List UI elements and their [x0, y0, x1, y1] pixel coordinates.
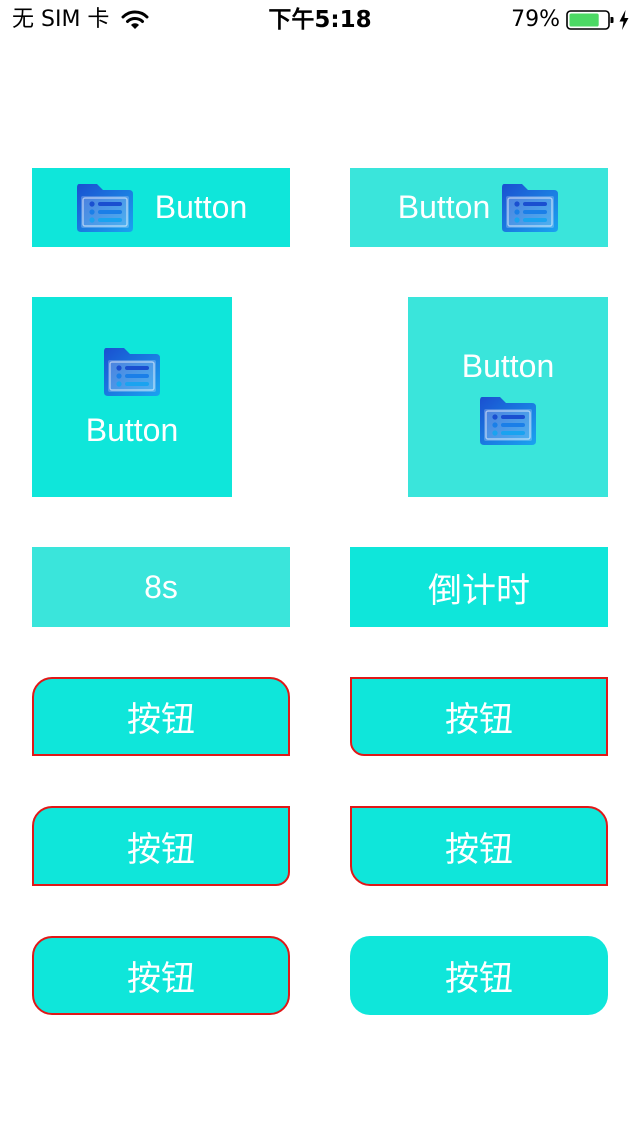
- button-label: 按钮: [127, 959, 195, 999]
- folder-list-icon: [479, 395, 537, 446]
- corner-button-top-rounded[interactable]: 按钮: [32, 677, 290, 756]
- corner-button-bottom-left-rounded[interactable]: 按钮: [350, 677, 608, 756]
- button-label: 8s: [144, 568, 178, 605]
- folder-list-icon: [75, 182, 134, 233]
- charging-bolt-icon: [619, 10, 629, 30]
- status-right: 79%: [511, 7, 630, 33]
- button-icon-bottom[interactable]: Button: [408, 297, 608, 497]
- corner-button-all-rounded[interactable]: 按钮: [350, 936, 608, 1015]
- folder-list-icon: [103, 346, 161, 397]
- corner-button-top-right-bottom-left-rounded[interactable]: 按钮: [350, 806, 608, 886]
- button-icon-left[interactable]: Button: [32, 168, 290, 247]
- status-bar: 无 SIM 卡 下午5:18 79%: [0, 0, 640, 40]
- battery-percent: 79%: [511, 7, 560, 32]
- button-label: 按钮: [127, 829, 195, 870]
- button-icon-right[interactable]: Button: [350, 168, 608, 247]
- button-label: 按钮: [127, 700, 195, 740]
- button-label: Button: [397, 189, 491, 225]
- button-label: 按钮: [445, 829, 513, 870]
- button-label: 倒计时: [428, 570, 530, 611]
- button-label: Button: [461, 347, 555, 384]
- button-icon-top[interactable]: Button: [32, 297, 232, 497]
- folder-list-icon: [501, 182, 559, 233]
- button-label: 按钮: [445, 700, 513, 740]
- corner-button-all-rounded-bordered[interactable]: 按钮: [32, 936, 290, 1015]
- button-label: 按钮: [445, 959, 513, 999]
- button-label: Button: [85, 411, 179, 448]
- button-label: Button: [154, 189, 248, 225]
- corner-button-diagonal-rounded[interactable]: 按钮: [32, 806, 290, 886]
- battery-icon: [566, 10, 614, 30]
- countdown-button[interactable]: 倒计时: [350, 547, 608, 627]
- countdown-running-button[interactable]: 8s: [32, 547, 290, 627]
